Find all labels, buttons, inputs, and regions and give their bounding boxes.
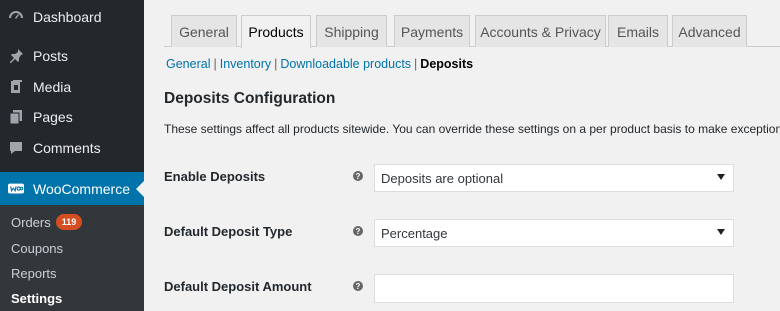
subsection-general-link[interactable]: General xyxy=(166,57,210,71)
subsection-links: General | Inventory | Downloadable products |… xyxy=(166,57,473,71)
orders-count-badge: 119 xyxy=(55,214,83,230)
subsection-separator: | xyxy=(213,57,217,71)
subsection-downloadable-link[interactable]: Downloadable products xyxy=(280,57,411,71)
menu-item-woocommerce[interactable]: WooCommerce xyxy=(0,172,144,206)
pages-icon xyxy=(8,109,24,125)
subsection-separator: | xyxy=(414,57,418,71)
settings-tabs: General Products Shipping Payments Accou… xyxy=(164,15,780,48)
subsection-deposits-current: Deposits xyxy=(420,57,474,71)
admin-sidebar: Dashboard Posts Media Pages Comments Woo… xyxy=(0,0,144,311)
deposit-amount-input[interactable] xyxy=(374,274,734,303)
deposit-type-value: Percentage xyxy=(381,225,448,241)
menu-label-woocommerce: WooCommerce xyxy=(33,181,130,197)
deposit-type-label: Default Deposit Type xyxy=(164,224,293,239)
menu-item-dashboard[interactable]: Dashboard xyxy=(0,2,144,32)
comments-icon xyxy=(8,140,24,156)
pin-icon xyxy=(8,48,24,64)
tab-shipping[interactable]: Shipping xyxy=(316,15,387,47)
media-icon xyxy=(8,79,24,95)
woocommerce-submenu: Orders 119 Coupons Reports Settings xyxy=(0,205,144,311)
help-icon[interactable]: ? xyxy=(353,171,363,181)
menu-label-media: Media xyxy=(33,79,72,95)
deposit-type-select[interactable]: Percentage xyxy=(374,219,734,247)
menu-label-dashboard: Dashboard xyxy=(33,9,102,25)
active-menu-pointer xyxy=(136,181,144,197)
subsection-inventory-link[interactable]: Inventory xyxy=(220,57,271,71)
enable-deposits-select[interactable]: Deposits are optional xyxy=(374,164,734,192)
menu-item-pages[interactable]: Pages xyxy=(0,102,144,132)
woo-icon xyxy=(8,181,24,197)
menu-item-comments[interactable]: Comments xyxy=(0,133,144,163)
chevron-down-icon xyxy=(717,229,725,235)
submenu-item-reports[interactable]: Reports xyxy=(11,266,57,281)
submenu-label-coupons: Coupons xyxy=(11,241,64,256)
enable-deposits-value: Deposits are optional xyxy=(381,170,504,186)
tab-products[interactable]: Products xyxy=(241,15,311,48)
enable-deposits-label: Enable Deposits xyxy=(164,169,266,184)
section-description: These settings affect all products sitew… xyxy=(164,122,780,136)
tab-accounts-privacy[interactable]: Accounts & Privacy xyxy=(475,15,606,47)
tab-advanced[interactable]: Advanced xyxy=(672,15,747,47)
tab-emails[interactable]: Emails xyxy=(608,15,668,47)
menu-label-posts: Posts xyxy=(33,48,69,64)
tab-payments[interactable]: Payments xyxy=(394,15,470,47)
chevron-down-icon xyxy=(717,174,725,180)
dashboard-icon xyxy=(8,9,24,25)
menu-item-media[interactable]: Media xyxy=(0,72,144,102)
tab-general[interactable]: General xyxy=(171,15,237,47)
menu-label-comments: Comments xyxy=(33,140,101,156)
submenu-item-coupons[interactable]: Coupons xyxy=(11,241,63,256)
menu-label-pages: Pages xyxy=(33,109,73,125)
submenu-label-settings: Settings xyxy=(11,291,63,306)
submenu-item-orders[interactable]: Orders 119 xyxy=(11,214,83,230)
submenu-label-orders: Orders xyxy=(11,214,51,230)
help-icon[interactable]: ? xyxy=(353,226,363,236)
submenu-item-settings[interactable]: Settings xyxy=(11,291,62,306)
section-title: Deposits Configuration xyxy=(164,90,336,107)
submenu-label-reports: Reports xyxy=(11,266,57,281)
menu-item-posts[interactable]: Posts xyxy=(0,41,144,71)
deposit-amount-label: Default Deposit Amount xyxy=(164,279,312,294)
help-icon[interactable]: ? xyxy=(353,281,363,291)
